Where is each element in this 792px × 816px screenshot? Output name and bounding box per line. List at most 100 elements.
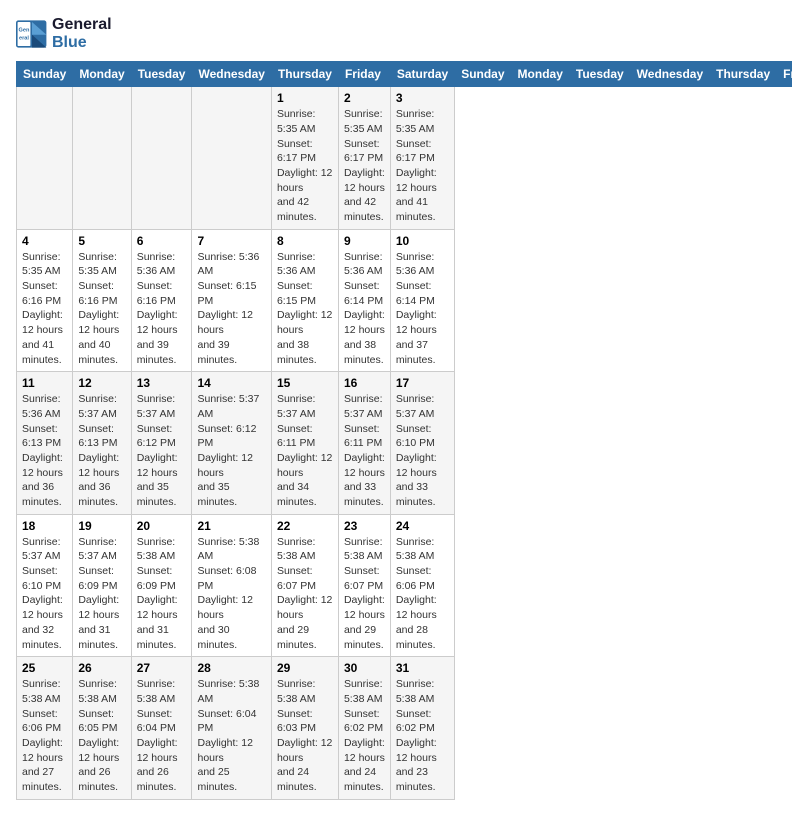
- day-number: 21: [197, 519, 265, 533]
- calendar-cell: 4 Sunrise: 5:35 AM Sunset: 6:16 PM Daylig…: [17, 229, 73, 372]
- calendar-table: SundayMondayTuesdayWednesdayThursdayFrid…: [16, 61, 792, 800]
- calendar-cell: [73, 87, 131, 230]
- calendar-cell: 21Sunrise: 5:38 AM Sunset: 6:08 PM Dayli…: [192, 514, 271, 657]
- calendar-cell: 31 Sunrise: 5:38 AM Sunset: 6:02 PM Dayli…: [390, 657, 454, 800]
- day-number: 2: [344, 91, 385, 105]
- day-info: Sunrise: 5:37 AM Sunset: 6:10 PM Dayligh…: [396, 392, 449, 510]
- day-number: 15: [277, 376, 333, 390]
- day-info: Sunrise: 5:38 AM Sunset: 6:04 PM Dayligh…: [137, 677, 187, 795]
- day-number: 16: [344, 376, 385, 390]
- day-info: Sunrise: 5:36 AM Sunset: 6:15 PM Dayligh…: [197, 250, 265, 368]
- weekday-header-tuesday: Tuesday: [569, 62, 630, 87]
- day-number: 8: [277, 234, 333, 248]
- logo-icon: Gen eral: [16, 20, 48, 48]
- weekday-header-monday: Monday: [511, 62, 569, 87]
- day-info: Sunrise: 5:35 AM Sunset: 6:17 PM Dayligh…: [344, 107, 385, 225]
- day-number: 26: [78, 661, 125, 675]
- day-info: Sunrise: 5:37 AM Sunset: 6:11 PM Dayligh…: [277, 392, 333, 510]
- calendar-cell: 15 Sunrise: 5:37 AM Sunset: 6:11 PM Dayli…: [271, 372, 338, 515]
- calendar-cell: [17, 87, 73, 230]
- weekday-header-friday: Friday: [338, 62, 390, 87]
- day-info: Sunrise: 5:36 AM Sunset: 6:15 PM Dayligh…: [277, 250, 333, 368]
- calendar-cell: 13Sunrise: 5:37 AM Sunset: 6:12 PM Dayli…: [131, 372, 192, 515]
- day-number: 17: [396, 376, 449, 390]
- day-number: 12: [78, 376, 125, 390]
- day-info: Sunrise: 5:37 AM Sunset: 6:12 PM Dayligh…: [197, 392, 265, 510]
- day-number: 11: [22, 376, 67, 390]
- weekday-header-saturday: Saturday: [390, 62, 454, 87]
- day-info: Sunrise: 5:38 AM Sunset: 6:05 PM Dayligh…: [78, 677, 125, 795]
- calendar-cell: 27 Sunrise: 5:38 AM Sunset: 6:04 PM Dayli…: [131, 657, 192, 800]
- day-info: Sunrise: 5:37 AM Sunset: 6:10 PM Dayligh…: [22, 535, 67, 653]
- calendar-cell: 2 Sunrise: 5:35 AM Sunset: 6:17 PM Daylig…: [338, 87, 390, 230]
- calendar-cell: 10 Sunrise: 5:36 AM Sunset: 6:14 PM Dayli…: [390, 229, 454, 372]
- calendar-cell: 16 Sunrise: 5:37 AM Sunset: 6:11 PM Dayli…: [338, 372, 390, 515]
- weekday-header-wednesday: Wednesday: [630, 62, 709, 87]
- day-number: 4: [22, 234, 67, 248]
- logo: Gen eral General Blue: [16, 16, 112, 51]
- day-number: 20: [137, 519, 187, 533]
- day-number: 27: [137, 661, 187, 675]
- day-number: 7: [197, 234, 265, 248]
- logo-text-block: General Blue: [52, 16, 112, 51]
- calendar-cell: 23 Sunrise: 5:38 AM Sunset: 6:07 PM Dayli…: [338, 514, 390, 657]
- calendar-cell: 14 Sunrise: 5:37 AM Sunset: 6:12 PM Dayli…: [192, 372, 271, 515]
- day-number: 10: [396, 234, 449, 248]
- day-number: 23: [344, 519, 385, 533]
- calendar-cell: 29 Sunrise: 5:38 AM Sunset: 6:03 PM Dayli…: [271, 657, 338, 800]
- day-info: Sunrise: 5:36 AM Sunset: 6:16 PM Dayligh…: [137, 250, 187, 368]
- day-info: Sunrise: 5:35 AM Sunset: 6:16 PM Dayligh…: [22, 250, 67, 368]
- calendar-cell: 24Sunrise: 5:38 AM Sunset: 6:06 PM Dayli…: [390, 514, 454, 657]
- page-header: Gen eral General Blue: [16, 16, 776, 51]
- day-info: Sunrise: 5:38 AM Sunset: 6:03 PM Dayligh…: [277, 677, 333, 795]
- day-info: Sunrise: 5:38 AM Sunset: 6:07 PM Dayligh…: [277, 535, 333, 653]
- svg-text:eral: eral: [19, 35, 29, 41]
- calendar-cell: 19 Sunrise: 5:37 AM Sunset: 6:09 PM Dayli…: [73, 514, 131, 657]
- calendar-cell: 20 Sunrise: 5:38 AM Sunset: 6:09 PM Dayli…: [131, 514, 192, 657]
- day-number: 28: [197, 661, 265, 675]
- day-info: Sunrise: 5:35 AM Sunset: 6:17 PM Dayligh…: [277, 107, 333, 225]
- calendar-cell: [192, 87, 271, 230]
- calendar-cell: 5Sunrise: 5:35 AM Sunset: 6:16 PM Daylig…: [73, 229, 131, 372]
- day-info: Sunrise: 5:38 AM Sunset: 6:02 PM Dayligh…: [344, 677, 385, 795]
- day-info: Sunrise: 5:37 AM Sunset: 6:09 PM Dayligh…: [78, 535, 125, 653]
- day-info: Sunrise: 5:37 AM Sunset: 6:12 PM Dayligh…: [137, 392, 187, 510]
- calendar-cell: 22Sunrise: 5:38 AM Sunset: 6:07 PM Dayli…: [271, 514, 338, 657]
- svg-text:Gen: Gen: [19, 27, 30, 33]
- calendar-week-4: 18 Sunrise: 5:37 AM Sunset: 6:10 PM Dayli…: [17, 514, 792, 657]
- calendar-week-5: 25 Sunrise: 5:38 AM Sunset: 6:06 PM Dayli…: [17, 657, 792, 800]
- day-number: 18: [22, 519, 67, 533]
- day-info: Sunrise: 5:37 AM Sunset: 6:13 PM Dayligh…: [78, 392, 125, 510]
- day-number: 29: [277, 661, 333, 675]
- calendar-cell: 1 Sunrise: 5:35 AM Sunset: 6:17 PM Daylig…: [271, 87, 338, 230]
- calendar-cell: 12 Sunrise: 5:37 AM Sunset: 6:13 PM Dayli…: [73, 372, 131, 515]
- day-info: Sunrise: 5:38 AM Sunset: 6:04 PM Dayligh…: [197, 677, 265, 795]
- weekday-header-thursday: Thursday: [271, 62, 338, 87]
- day-number: 14: [197, 376, 265, 390]
- day-number: 25: [22, 661, 67, 675]
- calendar-cell: 9 Sunrise: 5:36 AM Sunset: 6:14 PM Daylig…: [338, 229, 390, 372]
- day-info: Sunrise: 5:36 AM Sunset: 6:14 PM Dayligh…: [396, 250, 449, 368]
- day-info: Sunrise: 5:38 AM Sunset: 6:02 PM Dayligh…: [396, 677, 449, 795]
- day-info: Sunrise: 5:38 AM Sunset: 6:09 PM Dayligh…: [137, 535, 187, 653]
- day-info: Sunrise: 5:38 AM Sunset: 6:07 PM Dayligh…: [344, 535, 385, 653]
- day-info: Sunrise: 5:35 AM Sunset: 6:16 PM Dayligh…: [78, 250, 125, 368]
- day-info: Sunrise: 5:38 AM Sunset: 6:06 PM Dayligh…: [22, 677, 67, 795]
- day-number: 1: [277, 91, 333, 105]
- day-number: 31: [396, 661, 449, 675]
- day-number: 24: [396, 519, 449, 533]
- weekday-header-sunday: Sunday: [455, 62, 511, 87]
- weekday-header-tuesday: Tuesday: [131, 62, 192, 87]
- calendar-cell: 7 Sunrise: 5:36 AM Sunset: 6:15 PM Daylig…: [192, 229, 271, 372]
- day-number: 30: [344, 661, 385, 675]
- calendar-cell: 8 Sunrise: 5:36 AM Sunset: 6:15 PM Daylig…: [271, 229, 338, 372]
- day-number: 9: [344, 234, 385, 248]
- calendar-week-2: 4 Sunrise: 5:35 AM Sunset: 6:16 PM Daylig…: [17, 229, 792, 372]
- weekday-header-sunday: Sunday: [17, 62, 73, 87]
- weekday-header-thursday: Thursday: [710, 62, 777, 87]
- calendar-week-1: 1 Sunrise: 5:35 AM Sunset: 6:17 PM Daylig…: [17, 87, 792, 230]
- day-info: Sunrise: 5:36 AM Sunset: 6:14 PM Dayligh…: [344, 250, 385, 368]
- day-number: 19: [78, 519, 125, 533]
- day-info: Sunrise: 5:37 AM Sunset: 6:11 PM Dayligh…: [344, 392, 385, 510]
- calendar-header-row: SundayMondayTuesdayWednesdayThursdayFrid…: [17, 62, 792, 87]
